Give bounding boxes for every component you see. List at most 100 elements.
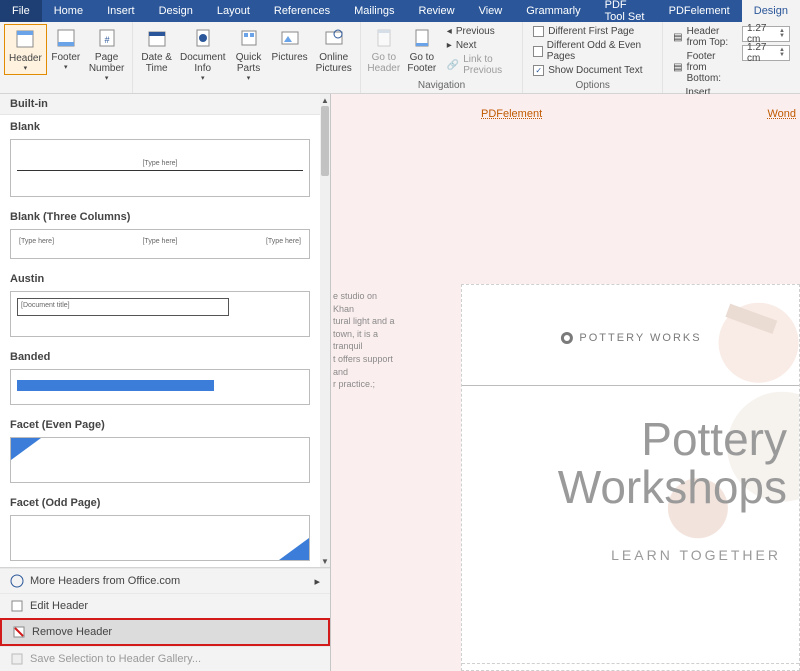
footer-button[interactable]: Footer ▾ — [47, 24, 85, 73]
page-number-label: Page Number — [89, 52, 125, 74]
more-headers-button[interactable]: More Headers from Office.com ▸ — [0, 568, 330, 593]
pictures-button[interactable]: Pictures — [268, 24, 312, 65]
remove-icon — [12, 625, 26, 639]
previous-button[interactable]: ◂Previous — [447, 26, 512, 37]
category-blank-three-columns: Blank (Three Columns) — [0, 205, 320, 227]
divider-line — [462, 385, 799, 386]
workarea: Built-in Blank [Type here] Blank (Three … — [0, 94, 800, 671]
ruler-top-icon: ▤ — [673, 32, 682, 43]
goto-footer-icon — [410, 26, 434, 50]
scroll-down-icon[interactable]: ▼ — [320, 555, 330, 567]
header-button[interactable]: Header ▾ — [4, 24, 47, 75]
tab-file[interactable]: File — [0, 0, 42, 22]
tab-design[interactable]: Design — [147, 0, 205, 22]
footer-divider — [462, 663, 799, 664]
goto-footer-button[interactable]: Go to Footer — [403, 24, 441, 76]
tab-grammarly[interactable]: Grammarly — [514, 0, 592, 22]
edit-icon — [10, 599, 24, 613]
header-icon — [13, 27, 37, 51]
link-icon: 🔗 — [447, 60, 459, 71]
footer-icon — [54, 26, 78, 50]
facet-triangle-icon — [279, 538, 309, 560]
document-info-label: Document Info — [180, 52, 226, 74]
placeholder-text: [Type here] — [142, 160, 177, 167]
facet-triangle-icon — [11, 438, 41, 460]
scrollbar-thumb[interactable] — [321, 106, 329, 176]
spinner-arrows-icon[interactable]: ▲▼ — [779, 29, 785, 39]
chevron-down-icon: ▾ — [201, 74, 205, 82]
preview-banded[interactable] — [10, 369, 310, 405]
category-banded: Banded — [0, 345, 320, 367]
brand-icon — [559, 331, 573, 345]
document-page[interactable]: POTTERY WORKS Pottery Workshops LEARN TO… — [461, 284, 800, 671]
tab-pdfelement[interactable]: PDFelement — [657, 0, 742, 22]
builtin-section-title: Built-in — [0, 94, 320, 115]
tab-review[interactable]: Review — [407, 0, 467, 22]
remove-header-button[interactable]: Remove Header — [0, 618, 330, 646]
document-area[interactable]: PDFelement Wond e studio on Khan tural l… — [331, 94, 800, 671]
gallery-bottom-menu: More Headers from Office.com ▸ Edit Head… — [0, 567, 330, 671]
checkbox-icon — [533, 26, 544, 37]
different-first-page-checkbox[interactable]: Different First Page — [533, 26, 652, 37]
different-odd-even-checkbox[interactable]: Different Odd & Even Pages — [533, 40, 652, 62]
svg-text:#: # — [104, 35, 109, 45]
doc-header-right[interactable]: Wond — [767, 108, 796, 120]
preview-blank[interactable]: [Type here] — [10, 139, 310, 197]
tab-design-tools[interactable]: Design — [742, 0, 800, 22]
tab-home[interactable]: Home — [42, 0, 95, 22]
ribbon-group-header-footer: Header ▾ Footer ▾ # Page Number ▾ — [0, 22, 133, 93]
tab-mailings[interactable]: Mailings — [342, 0, 406, 22]
scroll-up-icon[interactable]: ▲ — [320, 94, 330, 106]
online-pictures-label: Online Pictures — [316, 52, 352, 74]
pictures-icon — [278, 26, 302, 50]
doc-title: Pottery Workshops — [558, 415, 787, 512]
goto-footer-label: Go to Footer — [407, 52, 436, 74]
globe-icon — [10, 574, 24, 588]
ribbon-group-options: Different First Page Different Odd & Eve… — [523, 22, 663, 93]
ruler-bottom-icon: ▤ — [673, 62, 682, 73]
chevron-right-icon: ▸ — [314, 575, 320, 588]
document-info-icon — [191, 26, 215, 50]
link-previous-button[interactable]: 🔗Link to Previous — [447, 54, 512, 76]
doc-header-center[interactable]: PDFelement — [481, 108, 542, 120]
category-blank: Blank — [0, 115, 320, 137]
ribbon-group-insert: Date & Time Document Info ▾ Quick Parts … — [133, 22, 360, 93]
quick-parts-button[interactable]: Quick Parts ▾ — [230, 24, 268, 84]
category-facet-odd: Facet (Odd Page) — [0, 491, 320, 513]
edit-header-button[interactable]: Edit Header — [0, 593, 330, 618]
preview-facet-odd[interactable] — [10, 515, 310, 561]
online-pictures-button[interactable]: Online Pictures — [312, 24, 356, 76]
spinner-arrows-icon[interactable]: ▲▼ — [779, 48, 785, 58]
goto-header-button[interactable]: Go to Header — [365, 24, 403, 76]
show-document-text-checkbox[interactable]: ✓Show Document Text — [533, 65, 652, 76]
options-group-label: Options — [523, 80, 662, 93]
preview-austin[interactable]: [Document title] — [10, 291, 310, 337]
ribbon: Header ▾ Footer ▾ # Page Number ▾ Date &… — [0, 22, 800, 94]
footer-from-bottom-row: ▤Footer from Bottom: — [673, 51, 730, 84]
nav-small-list: ◂Previous ▸Next 🔗Link to Previous — [441, 24, 518, 78]
position-spinners: 1.27 cm▲▼ 1.27 cm▲▼ — [736, 24, 796, 63]
page-number-icon: # — [95, 26, 119, 50]
preview-blank-three-columns[interactable]: [Type here] [Type here] [Type here] — [10, 229, 310, 259]
date-time-button[interactable]: Date & Time — [137, 24, 176, 76]
page-number-button[interactable]: # Page Number ▾ — [85, 24, 129, 84]
header-top-spinner[interactable]: 1.27 cm▲▼ — [742, 26, 790, 42]
gallery-scroll-area: Built-in Blank [Type here] Blank (Three … — [0, 94, 330, 567]
footer-label: Footer — [51, 52, 80, 63]
tab-insert[interactable]: Insert — [95, 0, 147, 22]
online-pictures-icon — [322, 26, 346, 50]
tab-references[interactable]: References — [262, 0, 342, 22]
tab-layout[interactable]: Layout — [205, 0, 262, 22]
tab-pdf-tool-set[interactable]: PDF Tool Set — [593, 0, 657, 22]
doc-subtitle: LEARN TOGETHER — [611, 547, 781, 563]
menu-tabs: File Home Insert Design Layout Reference… — [0, 0, 800, 22]
nav-group-label: Navigation — [361, 80, 522, 93]
gallery-scrollbar[interactable]: ▲ ▼ — [320, 94, 330, 567]
document-info-button[interactable]: Document Info ▾ — [176, 24, 230, 84]
tab-view[interactable]: View — [467, 0, 515, 22]
footer-bottom-spinner[interactable]: 1.27 cm▲▼ — [742, 45, 790, 61]
category-austin: Austin — [0, 267, 320, 289]
preview-facet-even[interactable] — [10, 437, 310, 483]
next-button[interactable]: ▸Next — [447, 40, 512, 51]
pictures-label: Pictures — [272, 52, 308, 63]
